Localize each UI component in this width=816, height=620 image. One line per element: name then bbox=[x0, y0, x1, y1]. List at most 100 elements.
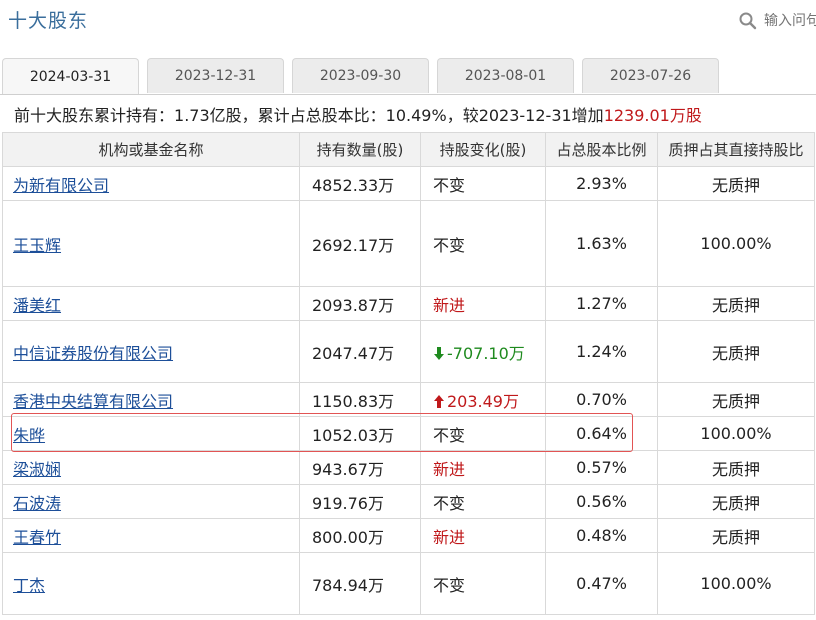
cell-name: 朱晔 bbox=[2, 416, 300, 451]
cell-pct: 1.63% bbox=[545, 200, 658, 287]
cell-change: 新进 bbox=[420, 450, 546, 485]
arrow-up-icon bbox=[434, 394, 444, 408]
table-row: 中信证券股份有限公司 2047.47万 -707.10万 1.24% 无质押 bbox=[2, 320, 815, 383]
table-row: 梁淑娴 943.67万 新进 0.57% 无质押 bbox=[2, 450, 815, 485]
shareholder-link[interactable]: 王春竹 bbox=[13, 528, 61, 547]
table-row: 王玉辉 2692.17万 不变 1.63% 100.00% bbox=[2, 200, 815, 287]
cell-name: 中信证券股份有限公司 bbox=[2, 320, 300, 383]
cell-holding: 943.67万 bbox=[299, 450, 421, 485]
cell-pct: 0.56% bbox=[545, 484, 658, 519]
table-row: 石波涛 919.76万 不变 0.56% 无质押 bbox=[2, 484, 815, 519]
cell-change: 不变 bbox=[420, 552, 546, 615]
summary-compare-label: ，较2023-12-31增加 bbox=[446, 106, 604, 125]
change-value: 不变 bbox=[433, 493, 466, 513]
shareholder-link[interactable]: 石波涛 bbox=[13, 494, 61, 513]
table-row: 王春竹 800.00万 新进 0.48% 无质押 bbox=[2, 518, 815, 553]
cell-pledge: 100.00% bbox=[657, 552, 815, 615]
cell-change: -707.10万 bbox=[420, 320, 546, 383]
cell-holding: 919.76万 bbox=[299, 484, 421, 519]
change-value: 不变 bbox=[433, 175, 466, 195]
summary-total-shares: 1.73亿股 bbox=[174, 106, 242, 125]
cell-pledge: 无质押 bbox=[657, 382, 815, 417]
change-value: 新进 bbox=[433, 459, 466, 479]
change-value: -707.10万 bbox=[447, 343, 525, 363]
tab-2023-08-01[interactable]: 2023-08-01 bbox=[437, 58, 574, 93]
cell-pct: 1.24% bbox=[545, 320, 658, 383]
cell-pledge: 无质押 bbox=[657, 166, 815, 201]
header-holding: 持有数量(股) bbox=[299, 132, 421, 167]
tab-2024-03-31[interactable]: 2024-03-31 bbox=[2, 58, 139, 94]
table-row: 香港中央结算有限公司 1150.83万 203.49万 0.70% 无质押 bbox=[2, 382, 815, 417]
cell-pledge: 无质押 bbox=[657, 450, 815, 485]
cell-pledge: 100.00% bbox=[657, 416, 815, 451]
date-tabs: 2024-03-31 2023-12-31 2023-09-30 2023-08… bbox=[0, 58, 816, 95]
summary-increase: 1239.01万股 bbox=[603, 106, 702, 125]
table-row: 朱晔 1052.03万 不变 0.64% 100.00% bbox=[2, 416, 815, 451]
change-value: 不变 bbox=[433, 425, 466, 445]
cell-pledge: 无质押 bbox=[657, 484, 815, 519]
cell-change: 不变 bbox=[420, 200, 546, 287]
cell-holding: 1150.83万 bbox=[299, 382, 421, 417]
cell-pct: 0.70% bbox=[545, 382, 658, 417]
header-pledge: 质押占其直接持股比 bbox=[657, 132, 815, 167]
cell-change: 不变 bbox=[420, 416, 546, 451]
cell-name: 潘美红 bbox=[2, 286, 300, 321]
table-row: 丁杰 784.94万 不变 0.47% 100.00% bbox=[2, 552, 815, 615]
header-pct: 占总股本比例 bbox=[545, 132, 658, 167]
summary-line: 前十大股东累计持有：1.73亿股，累计占总股本比：10.49%，较2023-12… bbox=[14, 102, 702, 126]
cell-pct: 0.48% bbox=[545, 518, 658, 553]
cell-holding: 2093.87万 bbox=[299, 286, 421, 321]
cell-name: 香港中央结算有限公司 bbox=[2, 382, 300, 417]
cell-pct: 0.47% bbox=[545, 552, 658, 615]
shareholder-link[interactable]: 中信证券股份有限公司 bbox=[13, 344, 173, 363]
cell-pct: 0.64% bbox=[545, 416, 658, 451]
cell-holding: 2692.17万 bbox=[299, 200, 421, 287]
cell-holding: 4852.33万 bbox=[299, 166, 421, 201]
header-change: 持股变化(股) bbox=[420, 132, 546, 167]
shareholder-link[interactable]: 潘美红 bbox=[13, 296, 61, 315]
cell-change: 不变 bbox=[420, 166, 546, 201]
table-header-row: 机构或基金名称 持有数量(股) 持股变化(股) 占总股本比例 质押占其直接持股比 bbox=[2, 132, 815, 167]
tab-2023-09-30[interactable]: 2023-09-30 bbox=[292, 58, 429, 93]
table-row: 潘美红 2093.87万 新进 1.27% 无质押 bbox=[2, 286, 815, 321]
cell-holding: 784.94万 bbox=[299, 552, 421, 615]
summary-ratio-label: ，累计占总股本比： bbox=[241, 106, 386, 125]
cell-pledge: 无质押 bbox=[657, 518, 815, 553]
cell-pct: 1.27% bbox=[545, 286, 658, 321]
cell-holding: 2047.47万 bbox=[299, 320, 421, 383]
page-title: 十大股东 bbox=[8, 10, 89, 32]
change-value: 新进 bbox=[433, 295, 466, 315]
search-box[interactable] bbox=[738, 10, 816, 32]
tab-2023-12-31[interactable]: 2023-12-31 bbox=[147, 58, 284, 93]
cell-pledge: 100.00% bbox=[657, 200, 815, 287]
cell-change: 新进 bbox=[420, 286, 546, 321]
shareholder-link[interactable]: 朱晔 bbox=[13, 426, 45, 445]
search-icon[interactable] bbox=[738, 11, 758, 31]
cell-holding: 1052.03万 bbox=[299, 416, 421, 451]
cell-pct: 0.57% bbox=[545, 450, 658, 485]
shareholder-link[interactable]: 王玉辉 bbox=[13, 236, 61, 255]
cell-name: 为新有限公司 bbox=[2, 166, 300, 201]
search-input[interactable] bbox=[764, 13, 816, 29]
summary-ratio: 10.49% bbox=[385, 106, 447, 125]
cell-name: 石波涛 bbox=[2, 484, 300, 519]
change-value: 203.49万 bbox=[447, 391, 519, 411]
change-value: 不变 bbox=[433, 235, 466, 255]
table-row: 为新有限公司 4852.33万 不变 2.93% 无质押 bbox=[2, 166, 815, 201]
shareholder-link[interactable]: 梁淑娴 bbox=[13, 460, 61, 479]
tab-2023-07-26[interactable]: 2023-07-26 bbox=[582, 58, 719, 93]
shareholder-link[interactable]: 为新有限公司 bbox=[13, 176, 109, 195]
cell-name: 王玉辉 bbox=[2, 200, 300, 287]
shareholder-link[interactable]: 丁杰 bbox=[13, 576, 45, 595]
cell-name: 王春竹 bbox=[2, 518, 300, 553]
cell-name: 丁杰 bbox=[2, 552, 300, 615]
cell-change: 203.49万 bbox=[420, 382, 546, 417]
summary-prefix: 前十大股东累计持有： bbox=[14, 106, 175, 125]
cell-pledge: 无质押 bbox=[657, 286, 815, 321]
shareholder-link[interactable]: 香港中央结算有限公司 bbox=[13, 392, 173, 411]
change-value: 不变 bbox=[433, 575, 466, 595]
header-name: 机构或基金名称 bbox=[2, 132, 300, 167]
change-value: 新进 bbox=[433, 527, 466, 547]
shareholders-table: 机构或基金名称 持有数量(股) 持股变化(股) 占总股本比例 质押占其直接持股比… bbox=[2, 132, 815, 615]
cell-name: 梁淑娴 bbox=[2, 450, 300, 485]
